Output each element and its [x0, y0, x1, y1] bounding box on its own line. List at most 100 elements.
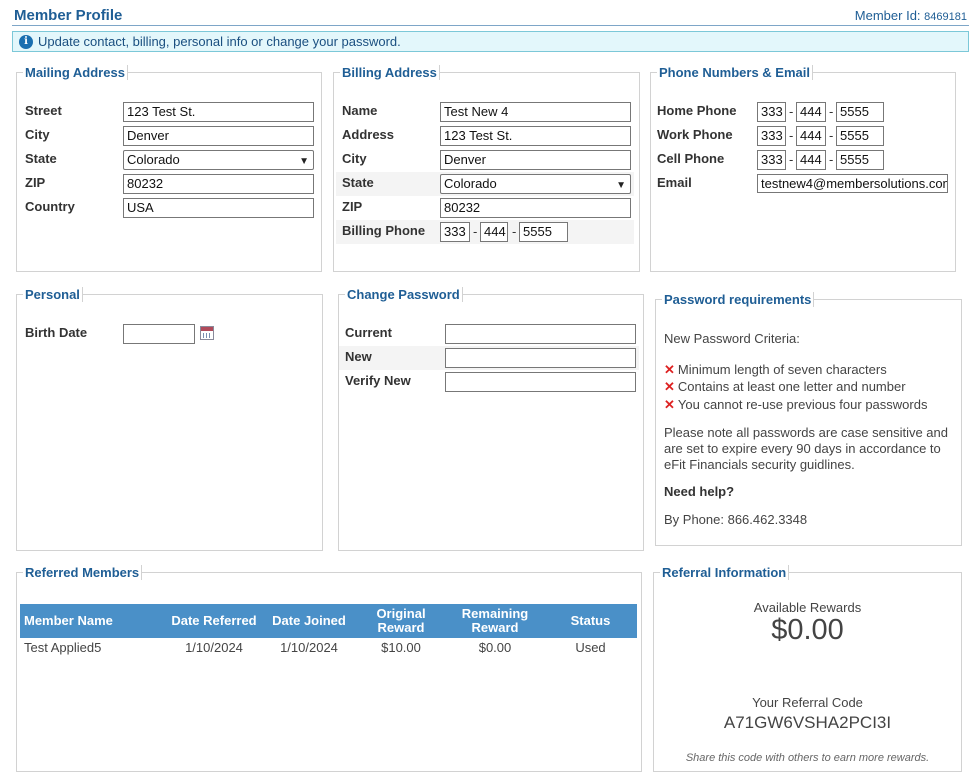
billing-name-input[interactable]: Test New 4 — [440, 102, 631, 122]
phone-email-section: Phone Numbers & Email Home Phone 333 - 4… — [650, 65, 956, 272]
phone-separator: - — [789, 128, 794, 143]
table-cell: 1/10/2024 — [185, 639, 243, 655]
mailing-zip-input[interactable]: 80232 — [123, 174, 314, 194]
table-cell: 1/10/2024 — [280, 639, 338, 655]
table-cell: $0.00 — [478, 639, 512, 655]
billing-address-legend: Billing Address — [340, 65, 440, 80]
requirements-note: Please note all passwords are case sensi… — [664, 425, 948, 472]
info-banner-text: Update contact, billing, personal info o… — [38, 34, 401, 49]
phone-separator: - — [829, 152, 834, 167]
available-rewards-value: $0.00 — [771, 614, 844, 646]
phone-separator: - — [512, 224, 517, 239]
work-phone-prefix-input[interactable]: 444 — [796, 126, 826, 146]
phone-separator: - — [789, 104, 794, 119]
x-icon: ✕ — [664, 397, 675, 412]
mailing-city-input[interactable]: Denver — [123, 126, 314, 146]
help-phone: By Phone: 866.462.3348 — [664, 512, 808, 527]
member-id: Member Id: 8469181 — [855, 8, 967, 23]
mailing-address-legend: Mailing Address — [23, 65, 128, 80]
home-phone-prefix-input[interactable]: 444 — [796, 102, 826, 122]
work-phone-area-input[interactable]: 333 — [757, 126, 786, 146]
table-header-row: Member Name Date Referred Date Joined Or… — [20, 604, 637, 638]
referred-members-legend: Referred Members — [23, 565, 143, 580]
billing-phone-line-input[interactable]: 5555 — [519, 222, 568, 242]
chevron-down-icon: ▼ — [299, 156, 309, 167]
billing-city-label: City — [342, 151, 367, 166]
work-phone-line-input[interactable]: 5555 — [836, 126, 884, 146]
city-label: City — [25, 127, 50, 142]
referral-code-label: Your Referral Code — [752, 695, 863, 710]
requirement-item: ✕ Contains at least one letter and number — [664, 379, 906, 394]
calendar-icon[interactable] — [200, 326, 214, 340]
billing-address-label: Address — [342, 127, 395, 142]
title-divider — [12, 25, 969, 26]
column-header: Member Name — [20, 604, 166, 638]
member-id-value: 8469181 — [924, 11, 967, 23]
password-requirements-section: Password requirements New Password Crite… — [655, 292, 962, 546]
billing-state-value: Colorado — [444, 176, 497, 191]
mailing-state-value: Colorado — [127, 152, 180, 167]
requirement-item: ✕ You cannot re-use previous four passwor… — [664, 397, 928, 412]
verify-password-label: Verify New — [345, 373, 411, 388]
billing-phone-area-input[interactable]: 333 — [440, 222, 470, 242]
chevron-down-icon: ▼ — [616, 180, 626, 191]
billing-address-input[interactable]: 123 Test St. — [440, 126, 631, 146]
home-phone-area-input[interactable]: 333 — [757, 102, 786, 122]
birth-date-input[interactable] — [123, 324, 195, 344]
change-password-legend: Change Password — [345, 287, 463, 302]
mailing-street-input[interactable]: 123 Test St. — [123, 102, 314, 122]
referred-members-section: Referred Members Member Name Date Referr… — [16, 565, 642, 772]
street-label: Street — [25, 103, 62, 118]
zip-label: ZIP — [25, 175, 46, 190]
requirement-item: ✕ Minimum length of seven characters — [664, 362, 887, 377]
billing-state-select[interactable]: Colorado ▼ — [440, 174, 631, 194]
verify-password-input[interactable] — [445, 372, 636, 392]
personal-section: Personal Birth Date — [16, 287, 323, 551]
mailing-country-input[interactable]: USA — [123, 198, 314, 218]
personal-legend: Personal — [23, 287, 83, 302]
billing-city-input[interactable]: Denver — [440, 150, 631, 170]
available-rewards-label: Available Rewards — [753, 600, 862, 615]
info-banner: i Update contact, billing, personal info… — [12, 31, 969, 52]
table-cell: $10.00 — [381, 639, 421, 655]
cell-phone-line-input[interactable]: 5555 — [836, 150, 884, 170]
email-field[interactable]: testnew4@membersolutions.com — [757, 174, 948, 193]
phone-separator: - — [789, 152, 794, 167]
column-header: Remaining Reward — [446, 604, 544, 638]
billing-phone-prefix-input[interactable]: 444 — [480, 222, 508, 242]
x-icon: ✕ — [664, 379, 675, 394]
phone-email-legend: Phone Numbers & Email — [657, 65, 813, 80]
phone-separator: - — [829, 128, 834, 143]
home-phone-label: Home Phone — [657, 103, 737, 118]
billing-zip-label: ZIP — [342, 199, 363, 214]
billing-state-label: State — [342, 175, 374, 190]
referral-information-section: Referral Information Available Rewards $… — [653, 565, 962, 772]
cell-phone-label: Cell Phone — [657, 151, 725, 166]
billing-address-section: Billing Address Name Test New 4 Address … — [333, 65, 640, 272]
work-phone-label: Work Phone — [657, 127, 733, 142]
birth-date-label: Birth Date — [25, 325, 88, 340]
new-password-input[interactable] — [445, 348, 636, 368]
new-password-label: New — [345, 349, 372, 364]
column-header: Date Referred — [166, 604, 262, 638]
cell-phone-prefix-input[interactable]: 444 — [796, 150, 826, 170]
mailing-state-select[interactable]: Colorado ▼ — [123, 150, 314, 170]
phone-separator: - — [473, 224, 478, 239]
state-label: State — [25, 151, 57, 166]
share-note: Share this code with others to earn more… — [685, 752, 930, 764]
mailing-address-section: Mailing Address Street 123 Test St. City… — [16, 65, 322, 272]
table-cell: Used — [575, 639, 606, 655]
home-phone-line-input[interactable]: 5555 — [836, 102, 884, 122]
member-id-label: Member Id: — [854, 8, 921, 23]
requirements-intro: New Password Criteria: — [664, 331, 800, 346]
cell-phone-area-input[interactable]: 333 — [757, 150, 786, 170]
change-password-section: Change Password Current New Verify New — [338, 287, 644, 551]
page-title: Member Profile — [14, 7, 123, 24]
x-icon: ✕ — [664, 362, 675, 377]
need-help-title: Need help? — [664, 484, 735, 499]
billing-phone-label: Billing Phone — [342, 223, 426, 238]
billing-zip-input[interactable]: 80232 — [440, 198, 631, 218]
country-label: Country — [25, 199, 75, 214]
current-password-input[interactable] — [445, 324, 636, 344]
phone-separator: - — [829, 104, 834, 119]
